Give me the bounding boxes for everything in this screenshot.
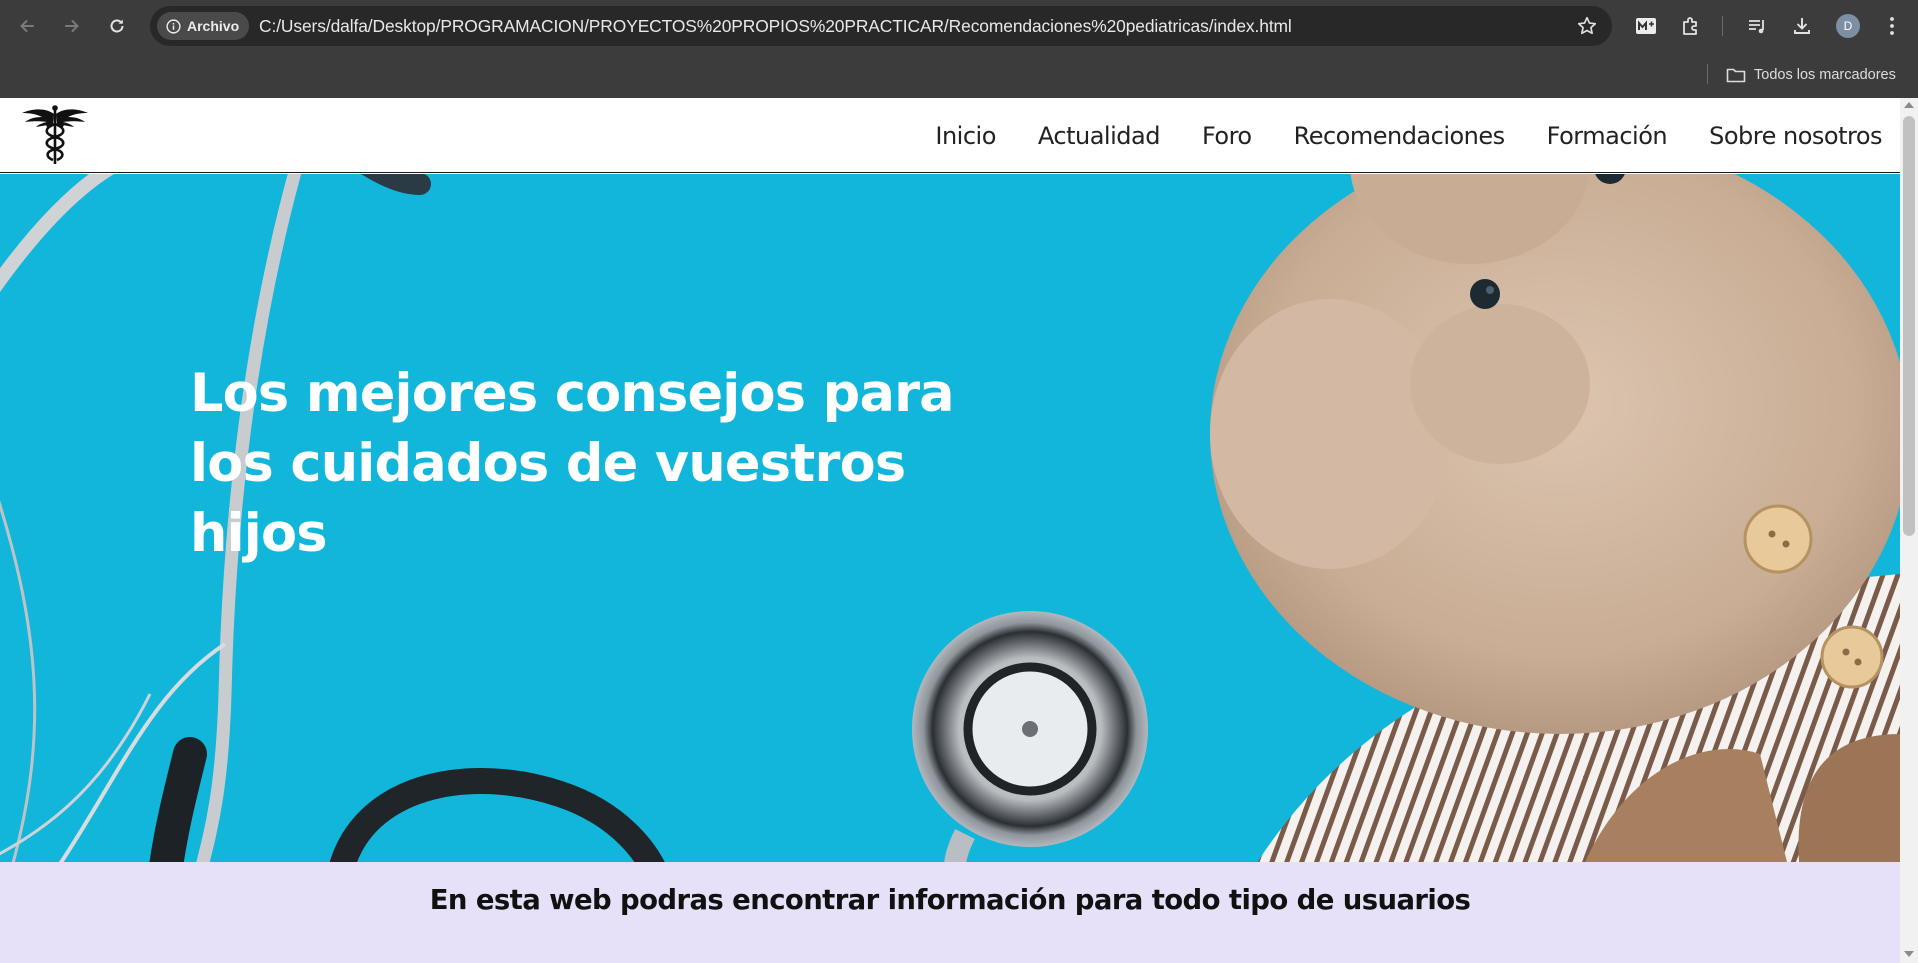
hero-banner: Los mejores consejos para los cuidados d…: [0, 174, 1900, 862]
caduceus-icon[interactable]: [20, 104, 90, 166]
extension-m-button[interactable]: [1634, 14, 1658, 38]
forward-arrow-icon: [65, 20, 79, 32]
page-viewport: Inicio Actualidad Foro Recomendaciones F…: [0, 98, 1918, 963]
browser-chrome: Archivo C:/Users/dalfa/Desktop/PROGRAMAC…: [0, 0, 1918, 98]
scroll-down-arrow-icon[interactable]: [1904, 951, 1914, 957]
downloads-button[interactable]: [1790, 14, 1814, 38]
star-icon[interactable]: [1576, 15, 1598, 37]
back-arrow-icon: [20, 20, 34, 32]
folder-icon: [1726, 68, 1746, 83]
nav-item-sobre-nosotros[interactable]: Sobre nosotros: [1709, 122, 1882, 150]
download-icon: [1794, 18, 1810, 34]
media-queue-button[interactable]: [1745, 14, 1769, 38]
all-bookmarks-label: Todos los marcadores: [1754, 67, 1896, 83]
media-queue-icon: [1749, 20, 1764, 34]
all-bookmarks-button[interactable]: Todos los marcadores: [1726, 63, 1896, 87]
back-button[interactable]: [11, 10, 43, 42]
toolbar-separator: [1722, 16, 1723, 36]
forward-button[interactable]: [56, 10, 88, 42]
nav-item-foro[interactable]: Foro: [1202, 122, 1252, 150]
site-info-chip[interactable]: Archivo: [157, 12, 249, 40]
scrollbar-thumb[interactable]: [1903, 116, 1915, 536]
nav-item-inicio[interactable]: Inicio: [935, 122, 996, 150]
profile-avatar[interactable]: D: [1836, 14, 1860, 38]
extension-m-icon: [1636, 18, 1656, 34]
url-text[interactable]: C:/Users/dalfa/Desktop/PROGRAMACION/PROY…: [259, 6, 1292, 46]
main-nav: Inicio Actualidad Foro Recomendaciones F…: [935, 98, 1882, 173]
nav-item-recomendaciones[interactable]: Recomendaciones: [1294, 122, 1506, 150]
info-icon: [166, 18, 181, 34]
info-band-text: En esta web podras encontrar información…: [429, 884, 1471, 916]
reload-button[interactable]: [101, 10, 133, 42]
reload-icon: [110, 19, 124, 33]
info-band: En esta web podras encontrar información…: [0, 862, 1900, 963]
scroll-up-arrow-icon[interactable]: [1904, 102, 1914, 108]
site-info-label: Archivo: [187, 18, 240, 34]
bookmarks-bar: Todos los marcadores: [0, 52, 1918, 98]
nav-item-formacion[interactable]: Formación: [1547, 122, 1668, 150]
extensions-button[interactable]: [1679, 14, 1703, 38]
site-header: Inicio Actualidad Foro Recomendaciones F…: [0, 98, 1900, 173]
browser-toolbar: Archivo C:/Users/dalfa/Desktop/PROGRAMAC…: [0, 0, 1918, 52]
nav-item-actualidad[interactable]: Actualidad: [1038, 122, 1161, 150]
browser-menu-button[interactable]: [1880, 14, 1904, 38]
page-scrollbar[interactable]: [1900, 98, 1918, 963]
hero-title: Los mejores consejos para los cuidados d…: [190, 363, 955, 564]
puzzle-icon: [1683, 17, 1697, 35]
bookmarks-separator: [1707, 64, 1708, 84]
kebab-menu-icon: [1890, 17, 1894, 35]
address-bar[interactable]: Archivo C:/Users/dalfa/Desktop/PROGRAMAC…: [150, 6, 1612, 46]
